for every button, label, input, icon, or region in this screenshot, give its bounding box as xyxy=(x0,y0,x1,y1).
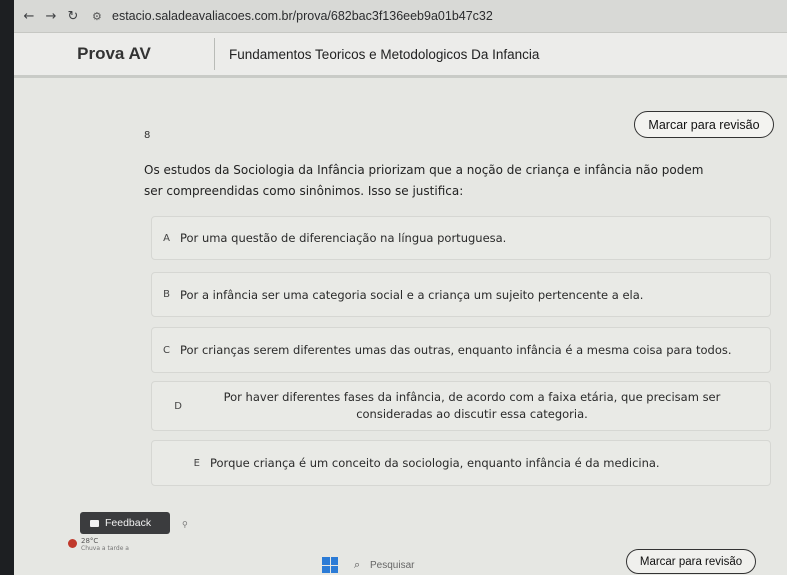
mark-for-review-button[interactable]: Marcar para revisão xyxy=(634,111,774,138)
option-text: Por haver diferentes fases da infância, … xyxy=(223,390,721,421)
option-text: Por a infância ser uma categoria social … xyxy=(180,287,644,302)
weather-icon xyxy=(68,539,77,548)
option-c[interactable]: C Por crianças serem diferentes umas das… xyxy=(151,327,771,373)
option-letter: A xyxy=(163,232,170,244)
weather-widget[interactable]: 28°C Chuva a tarde a xyxy=(68,537,129,552)
taskbar-search-label[interactable]: Pesquisar xyxy=(370,560,414,571)
feedback-label: Feedback xyxy=(105,517,152,529)
weather-temp: 28°C xyxy=(81,537,99,545)
option-text: Por crianças serem diferentes umas das o… xyxy=(180,343,732,357)
option-letter: C xyxy=(163,344,170,356)
feedback-icon xyxy=(90,519,99,527)
address-bar[interactable]: ⚙ estacio.saladeavaliacoes.com.br/prova/… xyxy=(92,5,787,27)
course-title: Fundamentos Teoricos e Metodologicos Da … xyxy=(229,46,540,62)
site-settings-icon[interactable]: ⚙ xyxy=(92,10,106,23)
option-text: Porque criança é um conceito da sociolog… xyxy=(210,456,660,470)
url-text: estacio.saladeavaliacoes.com.br/prova/68… xyxy=(112,9,493,23)
question-number: 8 xyxy=(144,130,151,141)
search-icon[interactable]: ⌕ xyxy=(354,558,360,572)
feedback-button[interactable]: Feedback xyxy=(80,512,170,534)
windows-start-icon[interactable] xyxy=(322,557,338,573)
reload-icon[interactable]: ↻ xyxy=(62,9,84,24)
option-b[interactable]: B Por a infância ser uma categoria socia… xyxy=(151,272,771,317)
option-d[interactable]: D Por haver diferentes fases da infância… xyxy=(151,381,771,431)
option-text: Por uma questão de diferenciação na líng… xyxy=(180,231,507,245)
question-statement: Os estudos da Sociologia da Infância pri… xyxy=(144,163,704,198)
forward-arrow-icon[interactable]: → xyxy=(40,9,62,24)
option-letter: E xyxy=(193,457,200,469)
mark-for-review-button-bottom[interactable]: Marcar para revisão xyxy=(626,549,756,574)
option-letter: D xyxy=(174,400,182,412)
option-a[interactable]: A Por uma questão de diferenciação na lí… xyxy=(151,216,771,260)
option-letter: B xyxy=(163,289,170,300)
app-header: Prova AV Fundamentos Teoricos e Metodolo… xyxy=(14,33,787,78)
browser-toolbar: ← → ↻ ⚙ estacio.saladeavaliacoes.com.br/… xyxy=(14,0,787,33)
option-e[interactable]: E Porque criança é um conceito da sociol… xyxy=(151,440,771,486)
location-pin-icon: ⚲ xyxy=(182,520,188,529)
weather-desc: Chuva a tarde a xyxy=(81,545,129,552)
page-title: Prova AV xyxy=(77,44,151,63)
back-arrow-icon[interactable]: ← xyxy=(18,9,40,24)
exam-screen: ← → ↻ ⚙ estacio.saladeavaliacoes.com.br/… xyxy=(14,0,787,575)
